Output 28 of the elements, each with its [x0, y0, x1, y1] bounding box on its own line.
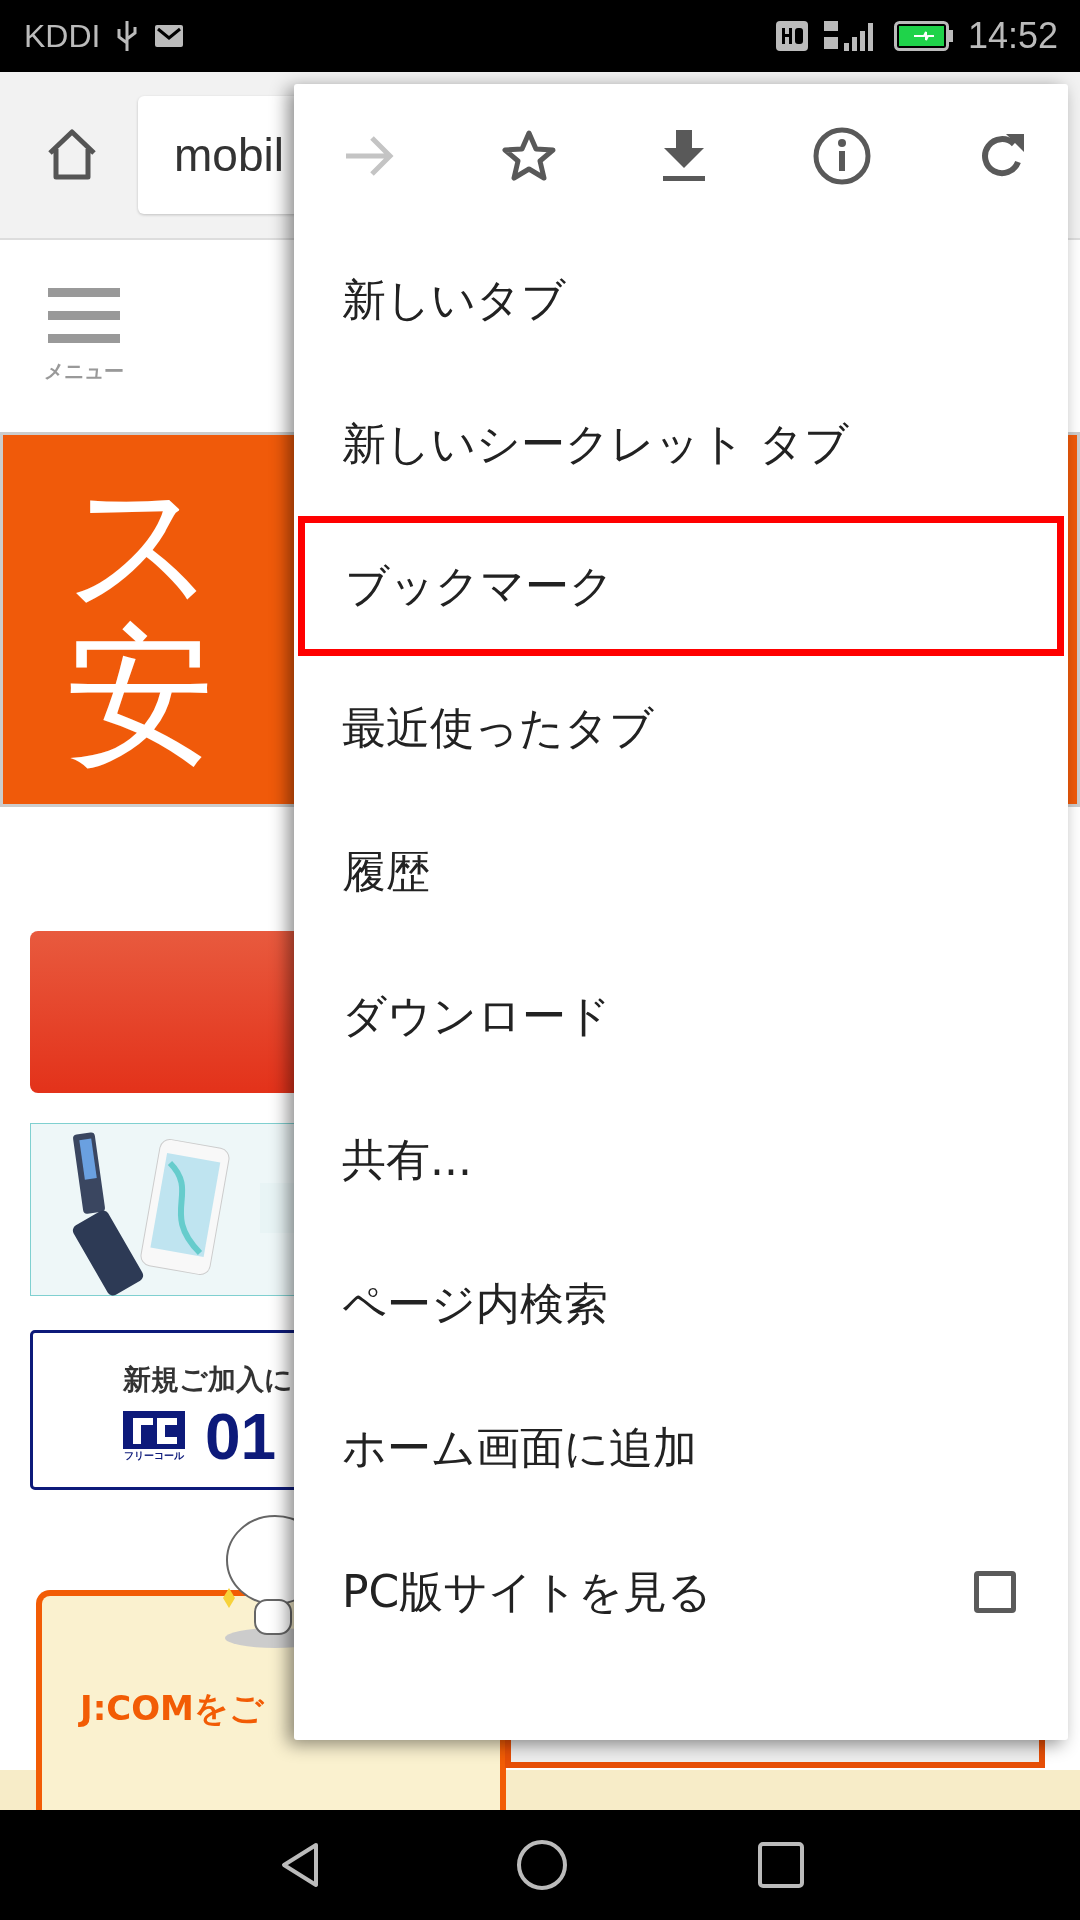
freecall-label: フリーコール: [124, 1449, 184, 1463]
menu-item[interactable]: ブックマーク: [298, 516, 1064, 656]
freecall-logo-icon: [123, 1411, 185, 1449]
menu-item[interactable]: PC版サイトを見る: [294, 1520, 1068, 1664]
menu-item[interactable]: 共有...: [294, 1088, 1068, 1232]
menu-item[interactable]: 最近使ったタブ: [294, 656, 1068, 800]
menu-item[interactable]: 履歴: [294, 800, 1068, 944]
menu-item[interactable]: 新しいシークレット タブ: [294, 372, 1068, 516]
info-button[interactable]: [811, 126, 872, 186]
menu-item[interactable]: ページ内検索: [294, 1232, 1068, 1376]
battery-icon: [893, 21, 954, 51]
signup-text: 新規ご加入に: [123, 1362, 294, 1398]
download-button[interactable]: [661, 128, 707, 184]
promo-text: J:COMをご: [80, 1688, 264, 1728]
clock-time: 14:52: [967, 15, 1058, 57]
mail-icon: [154, 24, 185, 48]
hd-icon: [775, 21, 808, 51]
phone-number: 01: [205, 1405, 277, 1469]
bookmark-button[interactable]: [500, 129, 557, 183]
menu-item[interactable]: ホーム画面に追加: [294, 1376, 1068, 1520]
menu-item[interactable]: 新しいタブ: [294, 228, 1068, 372]
carrier-name: KDDI: [24, 17, 101, 55]
home-icon[interactable]: [516, 1839, 568, 1891]
banner-text: ス: [65, 466, 219, 620]
menu-item[interactable]: ダウンロード: [294, 944, 1068, 1088]
checkbox[interactable]: [974, 1571, 1016, 1613]
banner-text: 安: [65, 619, 215, 773]
recents-icon[interactable]: [758, 1842, 804, 1888]
